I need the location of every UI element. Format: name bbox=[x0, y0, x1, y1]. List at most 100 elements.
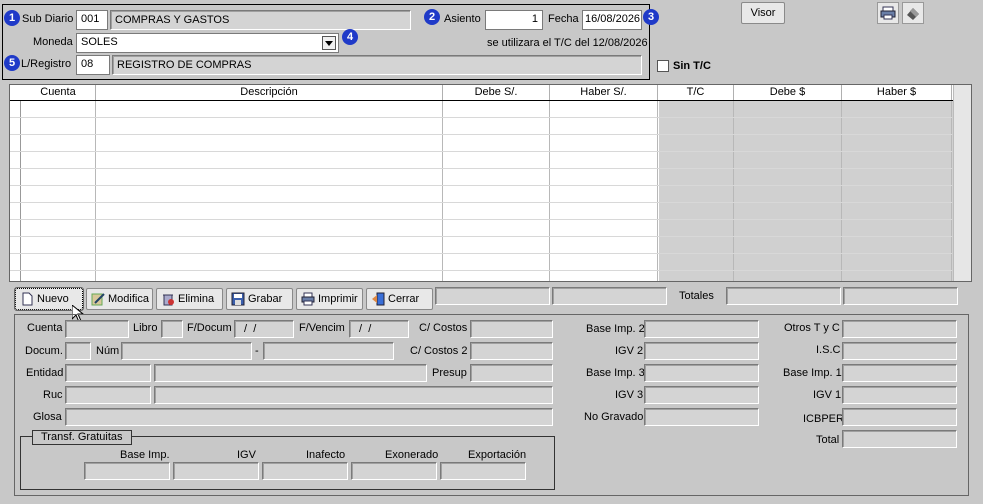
grid-row-line bbox=[10, 253, 952, 254]
docum-field[interactable] bbox=[65, 342, 91, 360]
transf-exonerado-label: Exonerado bbox=[385, 449, 439, 461]
cerrar-button[interactable]: Cerrar bbox=[366, 288, 433, 310]
grabar-label: Grabar bbox=[248, 293, 283, 305]
tc-note: se utilizara el T/C del 12/08/2026 bbox=[487, 37, 648, 49]
ruc-field[interactable] bbox=[65, 386, 151, 404]
icbper-label: ICBPER bbox=[803, 413, 844, 425]
fvencim-value: / / bbox=[356, 323, 372, 335]
grabar-button[interactable]: Grabar bbox=[226, 288, 293, 310]
otros-tyc-label: Otros T y C bbox=[784, 322, 840, 334]
visor-button[interactable]: Visor bbox=[741, 2, 785, 24]
col-header-cuenta[interactable]: Cuenta bbox=[21, 85, 96, 100]
total-debe-dolares-field bbox=[726, 287, 841, 305]
col-header-descripcion[interactable]: Descripción bbox=[96, 85, 443, 100]
print-icon[interactable] bbox=[877, 2, 899, 24]
visor-label: Visor bbox=[750, 7, 776, 19]
c-costos-field[interactable] bbox=[470, 320, 553, 338]
badge-5: 5 bbox=[4, 55, 20, 71]
col-header-debe-dolares[interactable]: Debe $ bbox=[734, 85, 842, 100]
num-numero-field[interactable] bbox=[263, 342, 394, 360]
asiento-label: Asiento bbox=[444, 13, 481, 25]
col-header-haber-dolares[interactable]: Haber $ bbox=[842, 85, 952, 100]
grid-vline bbox=[442, 101, 443, 281]
igv1-field[interactable] bbox=[842, 386, 957, 404]
glosa-field[interactable] bbox=[65, 408, 553, 426]
cuenta-field[interactable] bbox=[65, 320, 129, 338]
moneda-select[interactable]: SOLES bbox=[76, 33, 339, 53]
ruc-name-field[interactable] bbox=[154, 386, 553, 404]
sin-tc-checkbox[interactable] bbox=[657, 60, 669, 72]
dropdown-arrow-icon[interactable] bbox=[322, 36, 336, 50]
grid-row-line bbox=[10, 185, 952, 186]
moneda-value: SOLES bbox=[81, 36, 118, 48]
glosa-label: Glosa bbox=[33, 411, 62, 423]
grid-row-line bbox=[10, 168, 952, 169]
no-gravado-field[interactable] bbox=[644, 408, 759, 426]
fdocum-value: / / bbox=[241, 323, 257, 335]
fecha-label: Fecha bbox=[548, 13, 579, 25]
grid-vline bbox=[841, 101, 842, 281]
transf-inafecto-field[interactable] bbox=[262, 462, 348, 480]
badge-1: 1 bbox=[4, 10, 20, 26]
entidad-name-field[interactable] bbox=[154, 364, 427, 382]
transf-base-imp-label: Base Imp. bbox=[120, 449, 170, 461]
isc-field[interactable] bbox=[842, 342, 957, 360]
eraser-icon[interactable] bbox=[902, 2, 924, 24]
transf-exonerado-field[interactable] bbox=[351, 462, 437, 480]
asiento-field[interactable]: 1 bbox=[485, 10, 543, 30]
transf-exportacion-label: Exportación bbox=[468, 449, 527, 461]
lregistro-code-field[interactable]: 08 bbox=[76, 55, 110, 75]
igv3-field[interactable] bbox=[644, 386, 759, 404]
total-haber-soles-field bbox=[552, 287, 667, 305]
exit-door-icon bbox=[371, 292, 385, 306]
grid-row-selector-col bbox=[10, 101, 21, 281]
fdocum-label: F/Docum bbox=[187, 322, 232, 334]
grid-scrollbar[interactable] bbox=[953, 85, 971, 281]
imprimir-button[interactable]: Imprimir bbox=[296, 288, 363, 310]
base-imp1-field[interactable] bbox=[842, 364, 957, 382]
col-header-haber-soles[interactable]: Haber S/. bbox=[550, 85, 658, 100]
fdocum-field[interactable]: / / bbox=[234, 320, 294, 338]
save-icon bbox=[231, 292, 245, 306]
igv2-label: IGV 2 bbox=[615, 345, 644, 357]
c-costos2-label: C/ Costos 2 bbox=[410, 345, 468, 357]
nuevo-label: Nuevo bbox=[37, 293, 69, 305]
presup-field[interactable] bbox=[470, 364, 553, 382]
badge-4: 4 bbox=[342, 29, 358, 45]
igv2-field[interactable] bbox=[644, 342, 759, 360]
sub-diario-label: Sub Diario bbox=[22, 13, 74, 25]
base-imp3-field[interactable] bbox=[644, 364, 759, 382]
grid-vline bbox=[549, 101, 550, 281]
sub-diario-name: COMPRAS Y GASTOS bbox=[115, 14, 230, 26]
elimina-button[interactable]: Elimina bbox=[156, 288, 223, 310]
grid-vline bbox=[657, 101, 658, 281]
total-haber-dolares-field bbox=[843, 287, 958, 305]
icbper-field[interactable] bbox=[842, 408, 957, 426]
igv3-label: IGV 3 bbox=[615, 389, 644, 401]
libro-field[interactable] bbox=[161, 320, 183, 338]
c-costos2-field[interactable] bbox=[470, 342, 553, 360]
new-document-icon bbox=[20, 292, 34, 306]
grid-vline bbox=[733, 101, 734, 281]
grid-row-line bbox=[10, 202, 952, 203]
modifica-button[interactable]: Modifica bbox=[86, 288, 153, 310]
fecha-field[interactable]: 16/08/2026 bbox=[582, 10, 642, 30]
num-serie-field[interactable] bbox=[121, 342, 252, 360]
col-header-tc[interactable]: T/C bbox=[658, 85, 734, 100]
entidad-label: Entidad bbox=[26, 367, 64, 379]
base-imp2-label: Base Imp. 2 bbox=[586, 323, 645, 335]
transf-inafecto-label: Inafecto bbox=[306, 449, 346, 461]
transf-igv-field[interactable] bbox=[173, 462, 259, 480]
otros-tyc-field[interactable] bbox=[842, 320, 957, 338]
col-header-debe-soles[interactable]: Debe S/. bbox=[443, 85, 550, 100]
sub-diario-code-field[interactable]: 001 bbox=[76, 10, 108, 30]
total-label: Total bbox=[816, 434, 840, 446]
transf-exportacion-field[interactable] bbox=[440, 462, 526, 480]
badge-2: 2 bbox=[424, 9, 440, 25]
grid-vline bbox=[95, 101, 96, 281]
base-imp2-field[interactable] bbox=[644, 320, 759, 338]
entidad-code-field[interactable] bbox=[65, 364, 151, 382]
transf-base-imp-field[interactable] bbox=[84, 462, 170, 480]
total-field[interactable] bbox=[842, 430, 957, 448]
fvencim-field[interactable]: / / bbox=[349, 320, 409, 338]
